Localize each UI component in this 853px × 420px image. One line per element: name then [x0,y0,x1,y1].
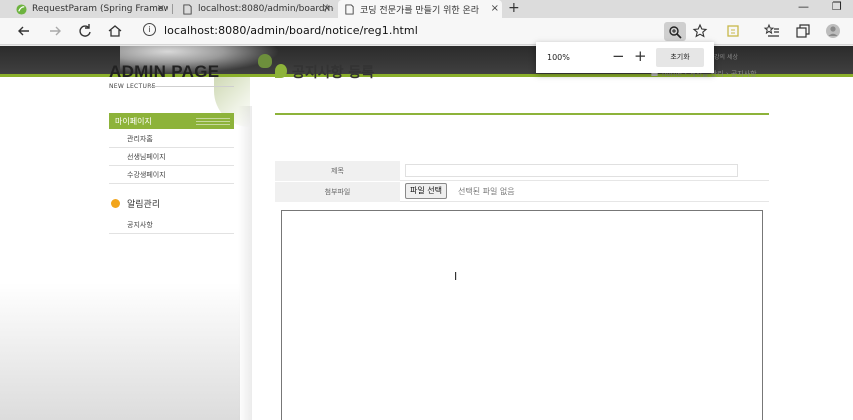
form-label-cell: 제목 [275,161,400,181]
sidebar-item-label: 공지사항 [127,221,153,229]
text-cursor-icon: I [454,270,458,283]
favorite-star-icon[interactable] [691,22,709,40]
tab-bar: RequestParam (Spring Framewo × localhost… [0,0,853,18]
zoom-out-button[interactable]: − [612,47,625,65]
profile-icon[interactable] [824,22,842,40]
sidebar-item-label: 선생님페이지 [127,153,166,161]
zoom-reset-button[interactable]: 초기화 [656,48,704,67]
tab-coding-lecture[interactable]: 코딩 전문가를 만들기 위한 온라 × [338,0,502,18]
zoom-icon [669,26,682,39]
minimize-button[interactable]: — [798,0,809,14]
tab-close-icon[interactable]: × [323,3,331,14]
admin-page-title: ADMIN PAGE [109,62,220,81]
tab-requestparam[interactable]: RequestParam (Spring Framewo × [16,0,168,18]
admin-page-subtitle: NEW LECTURE [109,83,156,90]
banner-plant-image [258,54,272,68]
new-tab-button[interactable]: + [508,0,520,16]
address-bar[interactable]: i localhost:8080/admin/board/notice/reg1… [134,21,714,42]
breadcrumb-separator: › [725,70,729,78]
url-text[interactable]: localhost:8080/admin/board/notice/reg1.h… [164,24,418,37]
browser-toolbar: i localhost:8080/admin/board/notice/reg1… [0,18,853,45]
tab-title: 코딩 전문가를 만들기 위한 온라 [360,5,480,16]
spring-leaf-icon [16,3,27,15]
forward-arrow-icon[interactable] [46,22,64,40]
sidebar-group-mypage[interactable]: 마이페이지 [109,113,234,129]
attachment-label: 첨부파일 [324,188,351,196]
home-icon[interactable] [106,22,124,40]
sidebar-item-student-page[interactable]: 수강생페이지 [109,167,234,184]
zoom-popup: 100% − + 초기화 [536,42,714,73]
breadcrumb-current: 공지사항 [730,70,757,78]
title-leaf-icon [275,64,287,78]
header-stripes-decoration [196,117,230,125]
panel-shadow [238,106,252,420]
page-icon [183,3,192,15]
tab-close-icon[interactable]: × [491,3,499,14]
zoom-in-button[interactable]: + [634,47,647,65]
sidebar-item-label: 수강생페이지 [127,171,166,179]
tab-title: RequestParam (Spring Framewo [32,4,168,14]
sidebar-item-label: 관리자홈 [127,135,153,143]
tab-divider [172,4,173,14]
sidebar-item-notice[interactable]: 공지사항 [109,217,234,234]
file-status-text: 선택된 파일 없음 [458,187,515,196]
page-title: 공지사항 등록 [292,65,375,81]
tab-board-notice[interactable]: localhost:8080/admin/board/no × [182,0,334,18]
sidebar-group-label: 알림관리 [127,200,161,210]
orange-bullet-icon [111,199,120,208]
extension-icon[interactable] [724,22,742,40]
favorites-list-icon[interactable] [763,22,781,40]
sidebar-item-teacher-page[interactable]: 선생님페이지 [109,149,234,166]
title-input[interactable] [405,164,738,177]
tab-title: localhost:8080/admin/board/no [198,4,334,14]
back-arrow-icon[interactable] [15,22,33,40]
info-icon[interactable]: i [143,23,156,36]
restore-button[interactable]: ❐ [832,0,842,14]
sidebar-item-admin-home[interactable]: 관리자홈 [109,131,234,148]
zoom-indicator-button[interactable] [664,22,686,41]
zoom-percent: 100% [547,53,570,62]
content-textarea[interactable] [281,210,763,420]
form-top-border [275,113,769,115]
collections-icon[interactable] [794,22,812,40]
page-icon [345,3,354,15]
tab-close-icon[interactable]: × [157,3,165,14]
sidebar-group-label: 마이페이지 [115,117,152,126]
title-label: 제목 [331,167,344,175]
form-row-title: 제목 [275,161,769,181]
faded-header-text: 강의 세상 [714,54,738,61]
file-select-button[interactable]: 파일 선택 [405,183,447,199]
title-divider [150,86,234,87]
form-label-cell: 첨부파일 [275,182,400,202]
form-row-attachment: 첨부파일 파일 선택 선택된 파일 없음 [275,182,769,202]
refresh-icon[interactable] [76,22,94,40]
